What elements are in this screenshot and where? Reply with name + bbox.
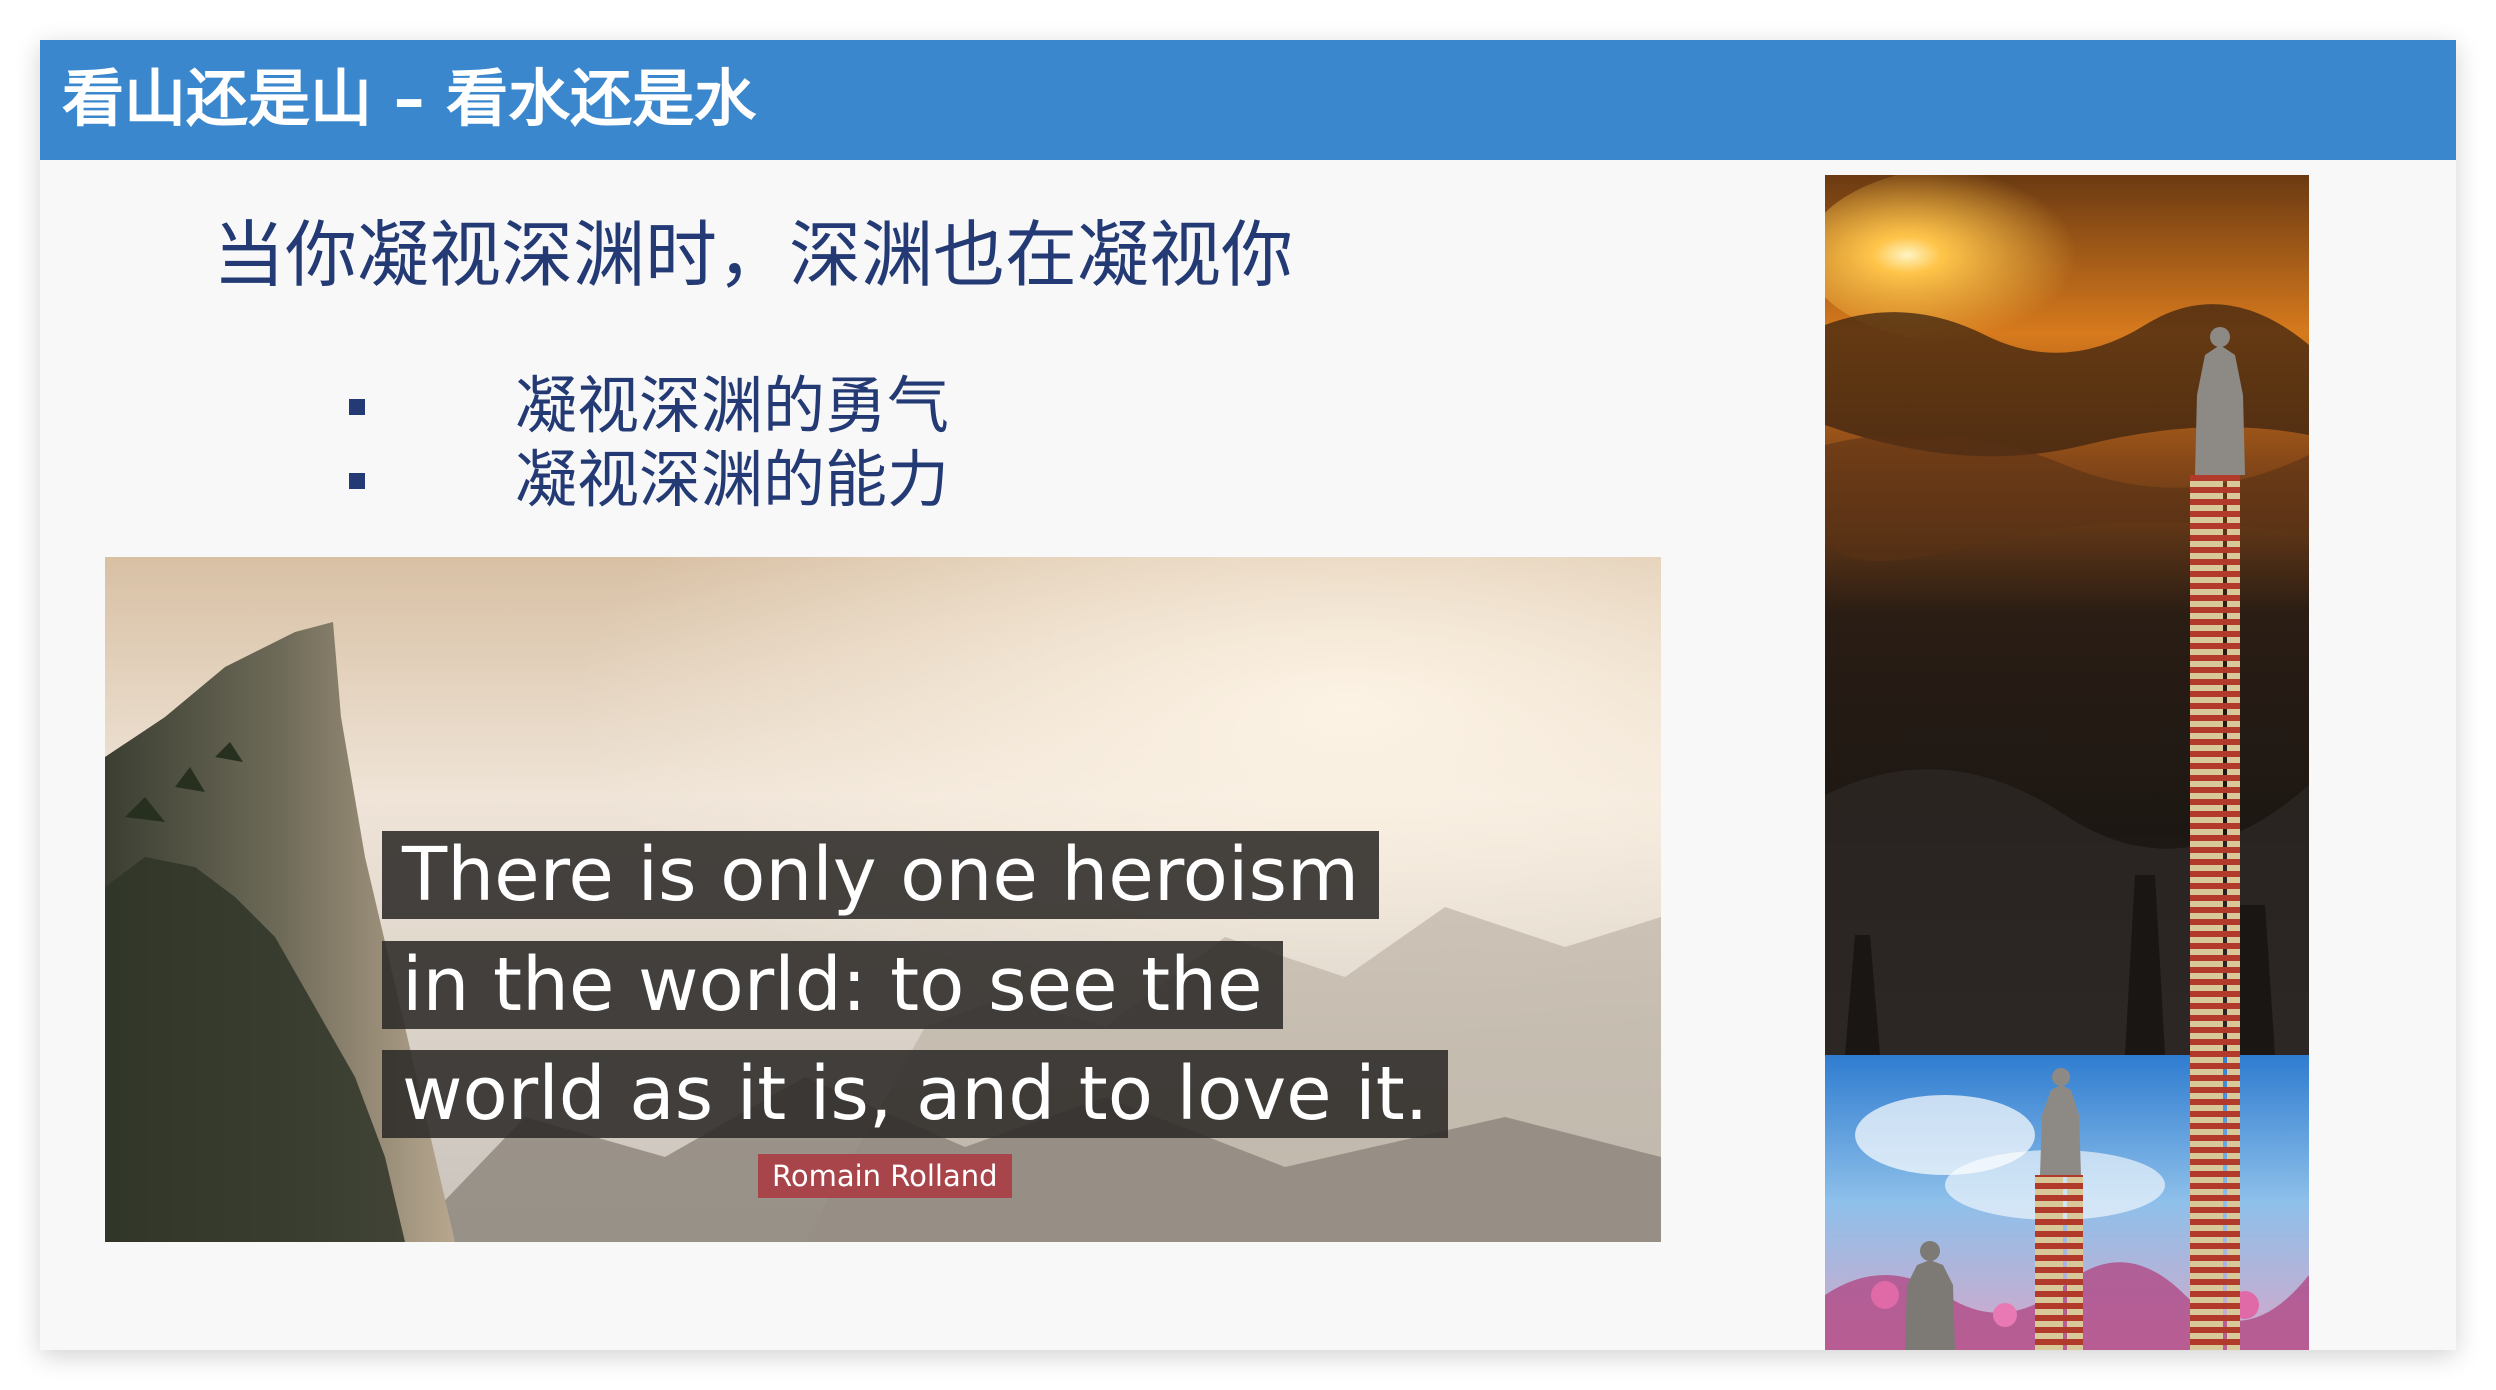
quote-line: world as it is, and to love it. [382,1050,1449,1138]
bullet-square-icon [349,399,365,415]
quote-line: in the world: to see the [382,941,1283,1029]
slide-title: 看山还是山 – 看水还是水 [62,62,757,135]
bullet-square-icon [349,473,365,489]
book-tower-image [1825,175,2309,1350]
author-badge: Romain Rolland [758,1154,1012,1198]
quote-line: There is only one heroism [382,831,1380,919]
slide: 看山还是山 – 看水还是水 当你凝视深渊时，深渊也在凝视你 凝视深渊的勇气 凝视… [40,40,2456,1350]
book-tower-illustration [1825,175,2309,1350]
title-bar: 看山还是山 – 看水还是水 [40,40,2456,160]
quote-image: There is only one heroism in the world: … [105,557,1661,1242]
slide-heading: 当你凝视深渊时，深渊也在凝视你 [213,213,1294,297]
bullet-text: 凝视深渊的勇气 [515,369,950,442]
bullet-item: 凝视深渊的勇气 [305,369,1205,443]
bullet-text: 凝视深渊的能力 [515,443,950,516]
bullet-item: 凝视深渊的能力 [305,443,1205,517]
